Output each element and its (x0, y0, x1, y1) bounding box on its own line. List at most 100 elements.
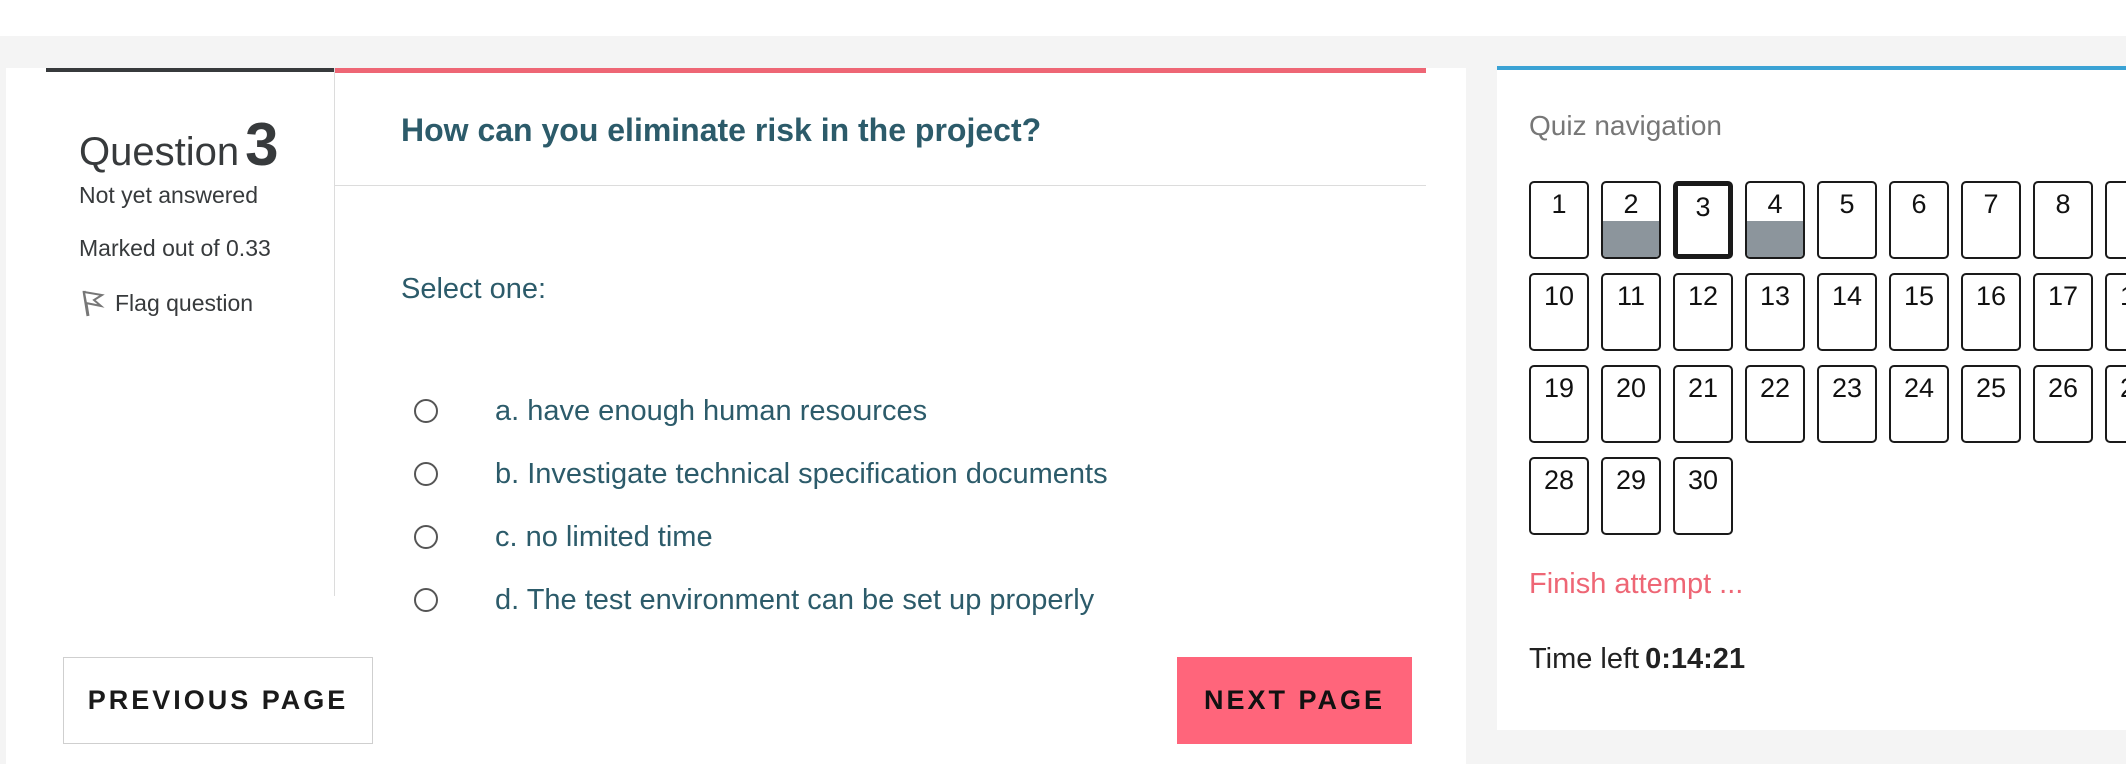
answer-option-label[interactable]: a. have enough human resources (495, 395, 927, 428)
quiz-nav-number: 1 (1551, 189, 1567, 219)
quiz-nav-button-27[interactable]: 27 (2105, 365, 2126, 443)
quiz-nav-number: 16 (1975, 281, 2007, 311)
quiz-nav-button-29[interactable]: 29 (1601, 457, 1661, 535)
quiz-nav-button-25[interactable]: 25 (1961, 365, 2021, 443)
quiz-nav-number: 13 (1759, 281, 1791, 311)
answer-option-c[interactable]: c. no limited time (414, 519, 713, 555)
info-top-border (46, 68, 334, 72)
flag-icon (82, 290, 105, 317)
quiz-nav-number: 20 (1615, 373, 1647, 403)
time-left-value: 0:14:21 (1645, 643, 1746, 675)
quiz-nav-number: 19 (1543, 373, 1575, 403)
quiz-nav-number: 26 (2047, 373, 2079, 403)
question-content: How can you eliminate risk in the projec… (335, 68, 1426, 616)
quiz-nav-button-26[interactable]: 26 (2033, 365, 2093, 443)
question-marks: Marked out of 0.33 (79, 235, 271, 261)
quiz-nav-number: 9 (2107, 189, 2126, 220)
question-status: Not yet answered (79, 182, 258, 208)
quiz-nav-number: 10 (1543, 281, 1575, 311)
quiz-nav-button-15[interactable]: 15 (1889, 273, 1949, 351)
quiz-nav-button-6[interactable]: 6 (1889, 181, 1949, 259)
quiz-nav-button-5[interactable]: 5 (1817, 181, 1877, 259)
content-top-border (335, 68, 1426, 73)
flag-question-label: Flag question (115, 289, 254, 316)
quiz-nav-number: 25 (1975, 373, 2007, 403)
quiz-nav-number: 27 (2107, 373, 2126, 404)
quiz-nav-button-12[interactable]: 12 (1673, 273, 1733, 351)
quiz-nav-number: 6 (1911, 189, 1927, 219)
quiz-nav-button-28[interactable]: 28 (1529, 457, 1589, 535)
quiz-nav-button-16[interactable]: 16 (1961, 273, 2021, 351)
quiz-nav-number: 8 (2055, 189, 2071, 219)
question-number: 3 (245, 111, 279, 178)
nav-top-border (1497, 66, 2126, 70)
quiz-nav-button-18[interactable]: 18 (2105, 273, 2126, 351)
quiz-nav-button-19[interactable]: 19 (1529, 365, 1589, 443)
time-left: Time left 0:14:21 (1529, 643, 1745, 676)
radio-button[interactable] (414, 462, 438, 486)
quiz-nav-button-11[interactable]: 11 (1601, 273, 1661, 351)
answer-option-a[interactable]: a. have enough human resources (414, 393, 927, 429)
quiz-nav-number: 5 (1839, 189, 1855, 219)
question-divider (335, 185, 1426, 186)
answer-option-label[interactable]: c. no limited time (495, 521, 713, 554)
quiz-nav-button-3[interactable]: 3 (1673, 181, 1733, 259)
quiz-nav-number: 11 (1616, 281, 1646, 311)
quiz-nav-number: 7 (1983, 189, 1999, 219)
select-one-label: Select one: (401, 273, 547, 305)
question-info: Question 3 Not yet answered Marked out of… (46, 68, 335, 596)
answer-option-label[interactable]: d. The test environment can be set up pr… (495, 584, 1094, 617)
top-bar (0, 0, 2126, 36)
quiz-nav-button-17[interactable]: 17 (2033, 273, 2093, 351)
quiz-nav-button-20[interactable]: 20 (1601, 365, 1661, 443)
quiz-nav-button-7[interactable]: 7 (1961, 181, 2021, 259)
quiz-nav-button-14[interactable]: 14 (1817, 273, 1877, 351)
quiz-nav-button-13[interactable]: 13 (1745, 273, 1805, 351)
quiz-nav-button-10[interactable]: 10 (1529, 273, 1589, 351)
quiz-nav-number: 3 (1695, 192, 1711, 222)
radio-button[interactable] (414, 399, 438, 423)
next-page-button[interactable]: NEXT PAGE (1177, 657, 1412, 744)
quiz-nav-button-1[interactable]: 1 (1529, 181, 1589, 259)
quiz-nav-number: 29 (1615, 465, 1647, 495)
quiz-nav-button-8[interactable]: 8 (2033, 181, 2093, 259)
answered-indicator (1603, 221, 1659, 257)
question-panel: Question 3 Not yet answered Marked out of… (6, 68, 1466, 764)
quiz-nav-button-4[interactable]: 4 (1745, 181, 1805, 259)
quiz-nav-number: 23 (1831, 373, 1863, 403)
quiz-nav-number: 14 (1831, 281, 1863, 311)
radio-button[interactable] (414, 588, 438, 612)
quiz-nav-button-9[interactable]: 9 (2105, 181, 2126, 259)
quiz-nav-button-22[interactable]: 22 (1745, 365, 1805, 443)
radio-button[interactable] (414, 525, 438, 549)
finish-attempt-link[interactable]: Finish attempt ... (1529, 568, 1743, 601)
quiz-nav-number: 4 (1767, 189, 1783, 219)
question-label: Question (79, 130, 240, 174)
answer-option-b[interactable]: b. Investigate technical specification d… (414, 456, 1108, 492)
quiz-nav-number: 15 (1903, 281, 1935, 311)
quiz-nav-number: 18 (2107, 281, 2126, 312)
quiz-nav-number: 24 (1903, 373, 1935, 403)
quiz-nav-number: 2 (1623, 189, 1639, 219)
flag-question-link[interactable]: Flag question (79, 286, 253, 320)
quiz-nav-button-2[interactable]: 2 (1601, 181, 1661, 259)
quiz-nav-number: 28 (1543, 465, 1575, 495)
quiz-nav-button-21[interactable]: 21 (1673, 365, 1733, 443)
quiz-nav-number: 12 (1687, 281, 1719, 311)
answer-option-d[interactable]: d. The test environment can be set up pr… (414, 582, 1094, 618)
quiz-navigation-title: Quiz navigation (1529, 110, 1723, 141)
previous-page-button[interactable]: PREVIOUS PAGE (63, 657, 373, 744)
quiz-nav-button-30[interactable]: 30 (1673, 457, 1733, 535)
quiz-nav-number: 30 (1687, 465, 1719, 495)
quiz-nav-number: 21 (1687, 373, 1719, 403)
quiz-navigation-panel: Quiz navigation 123456789101112131415161… (1497, 66, 2126, 730)
quiz-nav-number: 17 (2047, 281, 2079, 311)
quiz-nav-number: 22 (1759, 373, 1791, 403)
question-heading: Question 3 (79, 110, 278, 179)
answered-indicator (1747, 221, 1803, 257)
answer-option-label[interactable]: b. Investigate technical specification d… (495, 458, 1108, 491)
quiz-nav-button-24[interactable]: 24 (1889, 365, 1949, 443)
question-text: How can you eliminate risk in the projec… (401, 112, 1042, 148)
quiz-nav-button-23[interactable]: 23 (1817, 365, 1877, 443)
time-left-label: Time left (1529, 643, 1640, 675)
